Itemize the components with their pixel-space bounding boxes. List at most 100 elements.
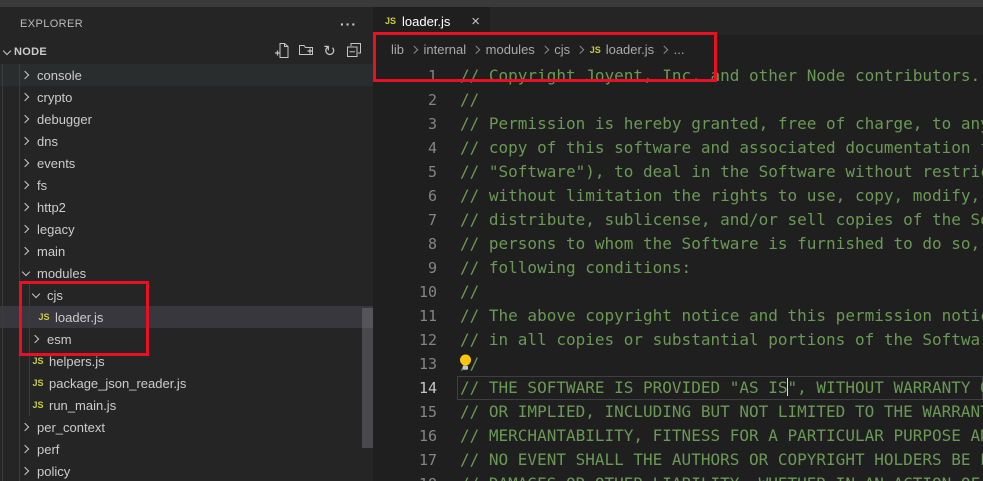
chevron-down-icon: [22, 267, 30, 275]
collapse-all-button[interactable]: [343, 42, 364, 63]
chevron-right-icon: [21, 137, 29, 145]
new-folder-icon: [298, 42, 314, 63]
node-section-label: NODE: [14, 46, 271, 58]
tree-item-policy[interactable]: policy: [0, 460, 373, 481]
tree-item-label: debugger: [37, 112, 92, 127]
annotation-box-cjs: [19, 281, 149, 356]
tree-item-label: main: [37, 244, 65, 259]
line-number: 7: [375, 208, 437, 232]
js-file-icon: JS: [30, 400, 46, 410]
lightbulb-icon[interactable]: [459, 354, 473, 372]
line-number: 4: [375, 136, 437, 160]
code-line[interactable]: // "Software"), to deal in the Software …: [460, 160, 983, 184]
line-number: 11: [375, 304, 437, 328]
refresh-button[interactable]: ↻: [319, 42, 340, 63]
code-line[interactable]: // distribute, sublicense, and/or sell c…: [460, 208, 983, 232]
tree-item-legacy[interactable]: legacy: [0, 218, 373, 240]
code-line[interactable]: //: [460, 352, 983, 376]
tree-item-crypto[interactable]: crypto: [0, 86, 373, 108]
tree-item-perf[interactable]: perf: [0, 438, 373, 460]
tree-item-label: http2: [37, 200, 66, 215]
annotation-box-breadcrumb: [373, 32, 717, 82]
line-number: 17: [375, 448, 437, 472]
chevron-right-icon: [21, 445, 29, 453]
js-file-icon: JS: [385, 16, 396, 26]
tree-item-label: modules: [37, 266, 86, 281]
tab-label: loader.js: [402, 14, 465, 29]
code-line[interactable]: // THE SOFTWARE IS PROVIDED "AS IS", WIT…: [460, 376, 983, 400]
tree-item-main[interactable]: main: [0, 240, 373, 262]
line-number: 3: [375, 112, 437, 136]
tree-item-per-context[interactable]: per_context: [0, 416, 373, 438]
tree-item-package-json-reader-js[interactable]: JSpackage_json_reader.js: [0, 372, 373, 394]
code-line[interactable]: // in all copies or substantial portions…: [460, 328, 983, 352]
tree-item-fs[interactable]: fs: [0, 174, 373, 196]
tree-item-label: run_main.js: [49, 398, 116, 413]
chevron-right-icon: [21, 159, 29, 167]
line-number: 16: [375, 424, 437, 448]
chevron-right-icon: [21, 247, 29, 255]
code-line[interactable]: // MERCHANTABILITY, FITNESS FOR A PARTIC…: [460, 424, 983, 448]
tab-loader-js[interactable]: JS loader.js ×: [375, 7, 490, 35]
tree-item-dns[interactable]: dns: [0, 130, 373, 152]
code-line[interactable]: // following conditions:: [460, 256, 983, 280]
new-folder-button[interactable]: [295, 42, 316, 63]
tree-item-label: console: [37, 68, 82, 83]
code-line[interactable]: // OR IMPLIED, INCLUDING BUT NOT LIMITED…: [460, 400, 983, 424]
chevron-right-icon: [21, 115, 29, 123]
code-line[interactable]: // DAMAGES OR OTHER LIABILITY, WHETHER I…: [460, 472, 983, 481]
tree-item-label: legacy: [37, 222, 75, 237]
tree-item-events[interactable]: events: [0, 152, 373, 174]
chevron-right-icon: [21, 181, 29, 189]
node-section-header[interactable]: NODE ↻: [0, 40, 373, 64]
code-line[interactable]: // persons to whom the Software is furni…: [460, 232, 983, 256]
line-number: 13: [375, 352, 437, 376]
sidebar-scrollbar[interactable]: [362, 308, 373, 448]
tab-strip: JS loader.js ×: [375, 7, 983, 35]
chevron-right-icon: [21, 423, 29, 431]
chevron-right-icon: [21, 71, 29, 79]
indent-guide: [2, 64, 3, 481]
new-file-button[interactable]: [271, 42, 292, 63]
explorer-title: EXPLORER: [20, 18, 83, 30]
code-line[interactable]: // copy of this software and associated …: [460, 136, 983, 160]
tree-item-label: dns: [37, 134, 58, 149]
more-actions-icon[interactable]: ···: [340, 20, 357, 28]
tree-item-run-main-js[interactable]: JSrun_main.js: [0, 394, 373, 416]
tree-item-debugger[interactable]: debugger: [0, 108, 373, 130]
new-file-icon: [274, 42, 290, 63]
line-number: 14: [375, 376, 437, 400]
collapse-all-icon: [346, 42, 362, 63]
chevron-right-icon: [21, 467, 29, 475]
code-line[interactable]: // Permission is hereby granted, free of…: [460, 112, 983, 136]
explorer-sidebar: EXPLORER ··· NODE ↻ console crypto debugge…: [0, 7, 373, 481]
line-number-gutter[interactable]: 123456789101112131415161718: [375, 64, 437, 481]
tree-item-console[interactable]: console: [0, 64, 373, 86]
code-line[interactable]: // NO EVENT SHALL THE AUTHORS OR COPYRIG…: [460, 448, 983, 472]
code-line[interactable]: // without limitation the rights to use,…: [460, 184, 983, 208]
code-line[interactable]: //: [460, 88, 983, 112]
line-number: 12: [375, 328, 437, 352]
line-number: 15: [375, 400, 437, 424]
js-file-icon: JS: [30, 356, 46, 366]
line-number: 2: [375, 88, 437, 112]
code-lines: // Copyright Joyent, Inc. and other Node…: [460, 64, 983, 481]
line-number: 5: [375, 160, 437, 184]
explorer-header: EXPLORER ···: [0, 7, 373, 40]
line-number: 10: [375, 280, 437, 304]
line-number: 18: [375, 472, 437, 481]
code-editor[interactable]: 123456789101112131415161718 // Copyright…: [375, 64, 983, 481]
close-icon[interactable]: ×: [471, 14, 480, 29]
title-bar: [0, 0, 983, 7]
tree-item-label: events: [37, 156, 75, 171]
refresh-icon: ↻: [323, 43, 336, 61]
tree-item-label: crypto: [37, 90, 72, 105]
file-tree: console crypto debugger dns events fs http2 leg…: [0, 64, 373, 481]
code-line[interactable]: //: [460, 280, 983, 304]
tree-item-label: policy: [37, 464, 70, 479]
tree-item-http2[interactable]: http2: [0, 196, 373, 218]
line-number: 9: [375, 256, 437, 280]
code-line[interactable]: // The above copyright notice and this p…: [460, 304, 983, 328]
tree-item-label: perf: [37, 442, 59, 457]
chevron-right-icon: [21, 203, 29, 211]
